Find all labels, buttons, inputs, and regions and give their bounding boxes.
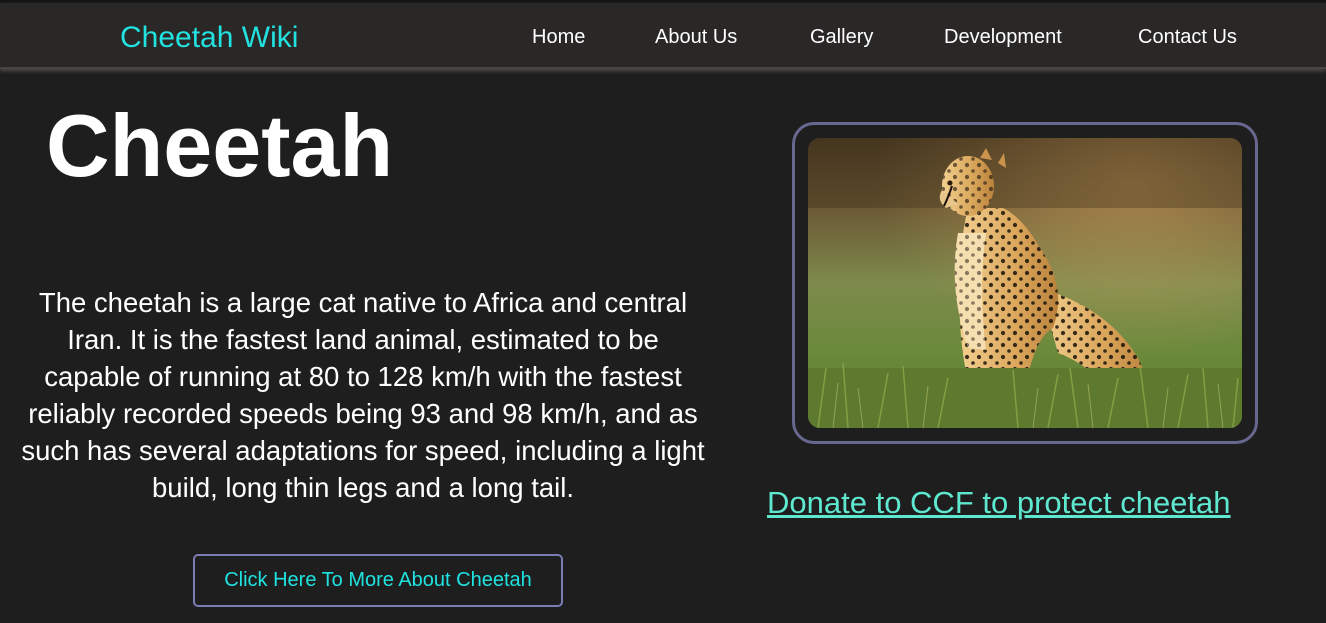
cheetah-photo	[808, 138, 1242, 428]
navbar: Cheetah Wiki Home About Us Gallery Devel…	[0, 3, 1326, 69]
nav-link-home[interactable]: Home	[532, 25, 585, 49]
learn-more-button[interactable]: Click Here To More About Cheetah	[193, 554, 563, 607]
cheetah-description: The cheetah is a large cat native to Afr…	[21, 287, 705, 503]
brand-logo-link[interactable]: Cheetah Wiki	[120, 20, 298, 56]
donate-ccf-link[interactable]: Donate to CCF to protect cheetah	[767, 484, 1231, 522]
nav-link-contact-us[interactable]: Contact Us	[1138, 25, 1237, 49]
nav-link-gallery[interactable]: Gallery	[810, 25, 873, 49]
nav-link-about-us[interactable]: About Us	[655, 25, 737, 49]
cheetah-photo-frame	[792, 122, 1258, 444]
page-title: Cheetah	[46, 96, 394, 195]
nav-link-development[interactable]: Development	[944, 25, 1062, 49]
